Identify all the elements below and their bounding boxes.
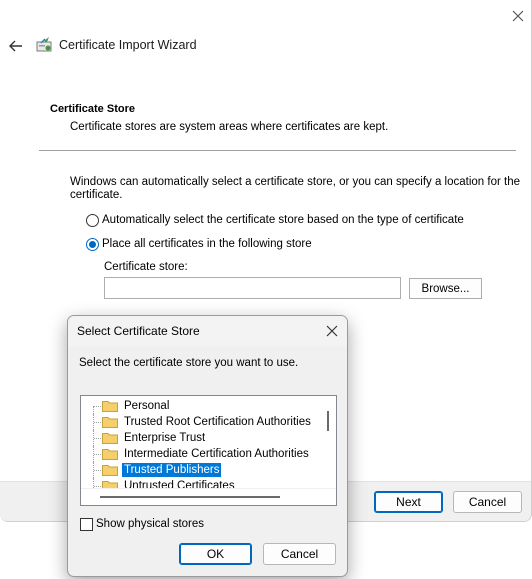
tree-line — [94, 438, 101, 439]
radio-auto-button[interactable] — [86, 213, 99, 227]
close-icon[interactable] — [323, 322, 341, 340]
tree-item[interactable]: Intermediate Certification Authorities — [81, 446, 321, 462]
select-certificate-store-dialog: Select Certificate Store Select the cert… — [67, 315, 348, 577]
tree-line — [94, 454, 101, 455]
next-button[interactable]: Next — [374, 491, 443, 513]
tree-item-label: Intermediate Certification Authorities — [124, 448, 309, 460]
back-arrow-icon[interactable] — [6, 36, 26, 56]
section-title: Certificate Store — [50, 103, 135, 115]
folder-icon — [102, 401, 118, 412]
dialog-title: Select Certificate Store — [77, 324, 200, 338]
horizontal-scrollbar[interactable] — [81, 488, 336, 505]
scrollbar-thumb[interactable] — [100, 496, 280, 498]
folder-icon — [102, 433, 118, 444]
show-physical-stores[interactable]: Show physical stores — [80, 517, 204, 531]
radio-place-button[interactable] — [86, 237, 99, 251]
wizard-title: Certificate Import Wizard — [59, 38, 197, 52]
dialog-cancel-button[interactable]: Cancel — [263, 543, 336, 565]
tree-line — [94, 422, 101, 423]
dialog-prompt: Select the certificate store you want to… — [79, 357, 299, 369]
ok-button[interactable]: OK — [179, 543, 252, 565]
tree-line — [94, 486, 101, 487]
divider — [39, 150, 516, 151]
tree-item-label: Trusted Publishers — [122, 463, 222, 477]
radio-auto-label: Automatically select the certificate sto… — [102, 214, 464, 226]
tree-line — [94, 470, 101, 471]
certificate-store-label: Certificate store: — [104, 261, 188, 273]
radio-place-label: Place all certificates in the following … — [102, 238, 312, 250]
folder-icon — [102, 465, 118, 476]
radio-auto-select[interactable]: Automatically select the certificate sto… — [86, 212, 464, 228]
close-icon[interactable] — [506, 4, 530, 28]
tree-item-selected[interactable]: Trusted Publishers — [81, 462, 321, 478]
certificate-store-tree[interactable]: Personal Trusted Root Certification Auth… — [80, 395, 337, 506]
certificate-icon — [36, 37, 52, 52]
radio-place-all[interactable]: Place all certificates in the following … — [86, 236, 312, 252]
tree-item[interactable]: Personal — [81, 398, 321, 422]
section-description: Certificate stores are system areas wher… — [70, 121, 389, 133]
tree-item-label: Enterprise Trust — [124, 432, 206, 444]
vertical-scrollbar[interactable] — [321, 396, 336, 488]
folder-icon — [102, 417, 118, 428]
tree-item-label: Personal — [124, 400, 170, 412]
certificate-store-input[interactable] — [104, 277, 401, 299]
show-physical-stores-label: Show physical stores — [96, 518, 205, 530]
show-physical-stores-checkbox[interactable] — [80, 517, 93, 531]
tree-item-label: Trusted Root Certification Authorities — [124, 416, 311, 428]
browse-button[interactable]: Browse... — [409, 278, 482, 299]
folder-icon — [102, 449, 118, 460]
tree-item[interactable]: Enterprise Trust — [81, 430, 321, 446]
cancel-button[interactable]: Cancel — [453, 491, 522, 513]
intro-text: Windows can automatically select a certi… — [70, 176, 520, 201]
scrollbar-thumb[interactable] — [327, 411, 329, 431]
tree-line — [94, 406, 101, 407]
tree-item[interactable]: Trusted Root Certification Authorities — [81, 414, 321, 430]
